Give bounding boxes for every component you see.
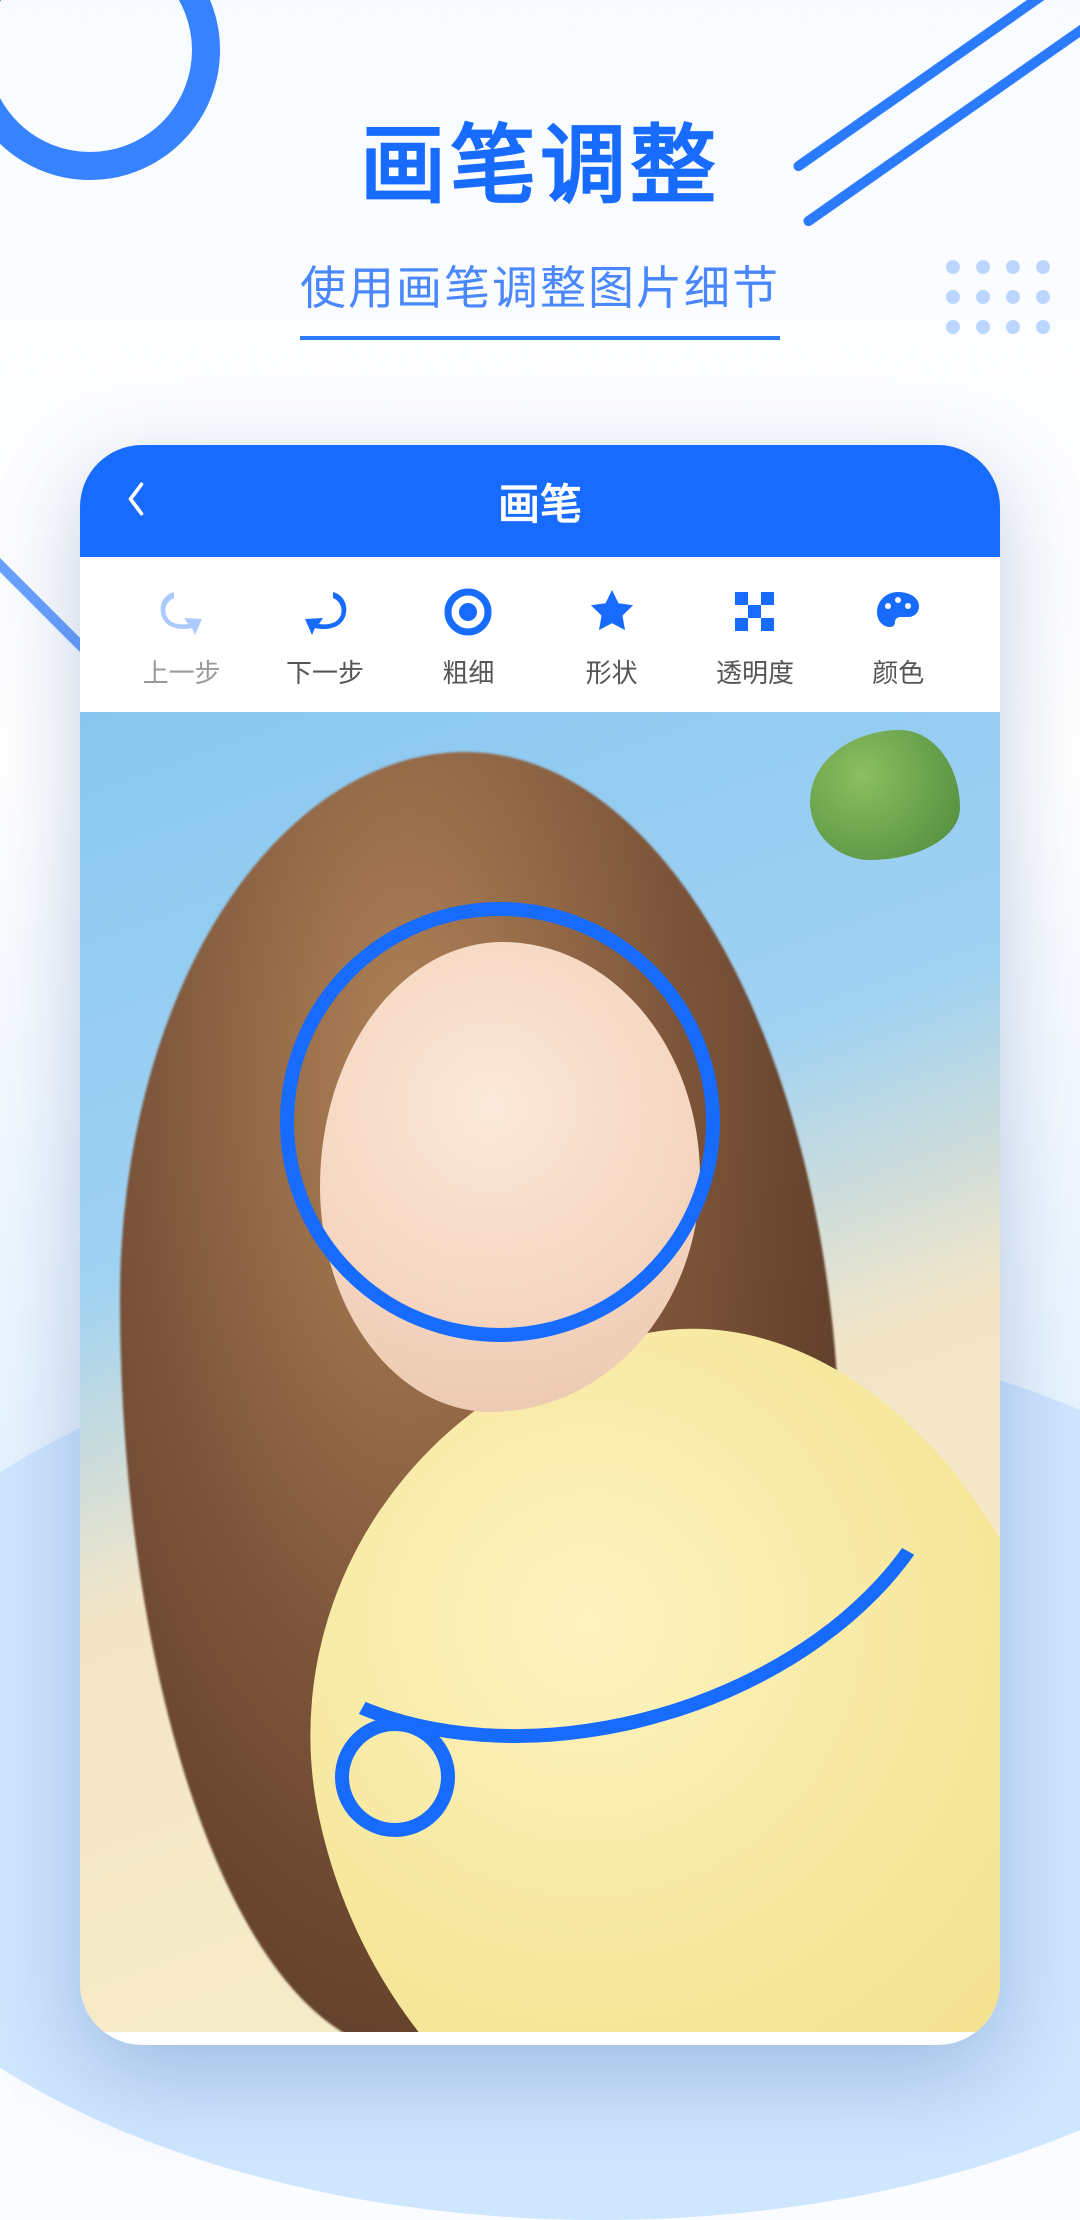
color-label: 颜色 (872, 653, 924, 690)
undo-icon (153, 583, 211, 641)
brush-toolbar: 上一步 下一步 粗细 形状 (80, 557, 1000, 712)
redo-icon (296, 583, 354, 641)
shape-label: 形状 (586, 653, 638, 690)
redo-label: 下一步 (286, 653, 364, 690)
shape-button[interactable]: 形状 (540, 583, 683, 690)
leaf-shape (810, 730, 960, 860)
thickness-label: 粗细 (442, 653, 494, 690)
star-icon (583, 583, 641, 641)
phone-mockup: 画笔 上一步 下一步 粗细 形状 (80, 445, 1000, 2045)
app-header: 画笔 (80, 445, 1000, 557)
thickness-icon (439, 583, 497, 641)
opacity-button[interactable]: 透明度 (683, 583, 826, 690)
thickness-button[interactable]: 粗细 (397, 583, 540, 690)
opacity-label: 透明度 (716, 653, 794, 690)
back-button[interactable] (114, 479, 158, 523)
opacity-icon (726, 583, 784, 641)
hero-title: 画笔调整 (0, 95, 1080, 220)
image-canvas[interactable] (80, 712, 1000, 2032)
undo-label: 上一步 (143, 653, 221, 690)
hero-subtitle: 使用画笔调整图片细节 (300, 252, 780, 340)
chevron-left-icon (125, 480, 147, 523)
hero-section: 画笔调整 使用画笔调整图片细节 (0, 0, 1080, 340)
redo-button[interactable]: 下一步 (253, 583, 396, 690)
app-header-title: 画笔 (498, 471, 582, 532)
palette-icon (869, 583, 927, 641)
undo-button[interactable]: 上一步 (110, 583, 253, 690)
color-button[interactable]: 颜色 (827, 583, 970, 690)
